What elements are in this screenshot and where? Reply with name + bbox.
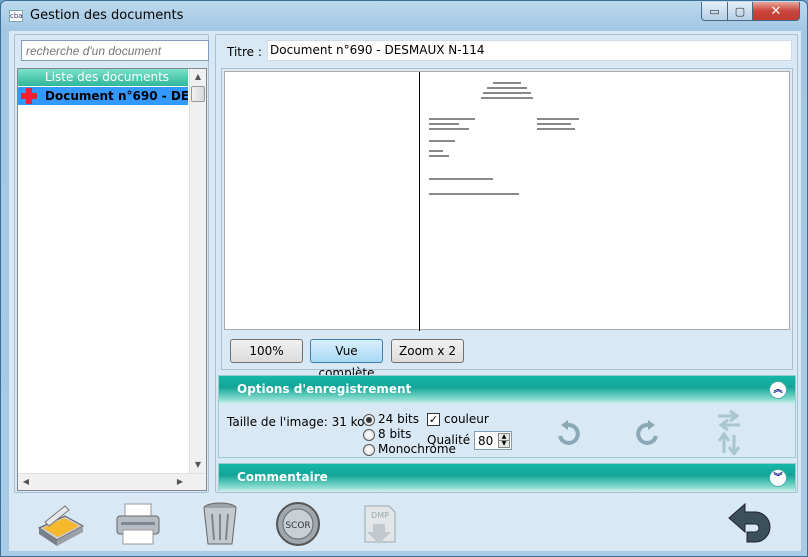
comment-section: Commentaire ︾ <box>218 463 796 492</box>
radio-8-bits[interactable] <box>363 429 375 441</box>
minimize-icon: ▭ <box>709 4 720 18</box>
qualite-value: 80 <box>478 434 494 448</box>
doc-text-line <box>481 97 533 99</box>
doc-text-line <box>429 178 493 180</box>
red-cross-icon <box>21 88 37 104</box>
radio-24-bits[interactable] <box>363 414 375 426</box>
maximize-button[interactable]: ▢ <box>727 2 753 21</box>
document-detail-panel: Titre : Document n°690 - DESMAUX N-114 1… <box>215 34 798 493</box>
scor-text: SCOR <box>285 521 310 531</box>
save-options-header[interactable]: Options d'enregistrement ︽ <box>219 376 795 404</box>
comment-title: Commentaire <box>237 470 328 484</box>
doc-text-line <box>483 92 531 94</box>
couleur-label: couleur <box>444 412 489 426</box>
qualite-label: Qualité <box>427 433 471 447</box>
client-area: Liste des documents Document n°690 - DES… <box>9 31 801 551</box>
comment-header[interactable]: Commentaire ︾ <box>219 464 795 492</box>
doc-text-line <box>429 155 449 157</box>
stepper-down-icon[interactable]: ▼ <box>498 440 510 448</box>
list-item-label: Document n°690 - DESMAUX N-114 <box>45 89 188 103</box>
maximize-icon: ▢ <box>734 4 746 18</box>
horizontal-scrollbar[interactable]: ◀ ▶ <box>18 473 206 490</box>
doc-text-line <box>429 118 475 120</box>
scroll-thumb[interactable] <box>191 86 205 102</box>
doc-text-line <box>429 128 469 130</box>
zoom-2x-button[interactable]: Zoom x 2 <box>391 339 464 363</box>
doc-text-line <box>537 118 579 120</box>
vertical-scrollbar[interactable]: ▲ ▼ <box>189 69 206 473</box>
titre-label: Titre : <box>227 45 262 59</box>
window-title: Gestion des documents <box>30 8 184 23</box>
doc-text-line <box>429 123 459 125</box>
doc-text-line <box>537 128 575 130</box>
document-list[interactable]: Liste des documents Document n°690 - DES… <box>17 68 207 491</box>
doc-text-line <box>429 193 519 195</box>
scanner-icon[interactable] <box>35 500 85 548</box>
rotate-right-icon[interactable] <box>635 420 661 448</box>
scroll-down-icon[interactable]: ▼ <box>190 457 206 473</box>
preview-container: 100% Vue complète Zoom x 2 <box>221 68 793 380</box>
preview-divider <box>419 72 420 331</box>
scroll-left-icon[interactable]: ◀ <box>18 474 34 490</box>
dmp-icon[interactable]: DMP <box>355 500 405 548</box>
dmp-text: DMP <box>371 511 389 520</box>
save-options-section: Options d'enregistrement ︽ Taille de l'i… <box>218 375 796 458</box>
scroll-right-icon[interactable]: ▶ <box>172 474 188 490</box>
radio-8-bits-label: 8 bits <box>378 427 412 441</box>
scroll-up-icon[interactable]: ▲ <box>190 69 206 85</box>
qualite-stepper[interactable]: 80 ▲ ▼ <box>474 431 512 450</box>
doc-text-line <box>429 150 443 152</box>
list-item[interactable]: Document n°690 - DESMAUX N-114 <box>18 87 188 105</box>
document-preview[interactable] <box>224 71 790 331</box>
zoom-100-button[interactable]: 100% <box>230 339 303 363</box>
title-bar[interactable]: cba Gestion des documents ▭ ▢ ✕ <box>1 1 807 31</box>
close-icon: ✕ <box>770 3 782 19</box>
bottom-toolbar: SCOR DMP <box>9 496 801 551</box>
list-header: Liste des documents <box>18 69 188 86</box>
radio-monochrome[interactable] <box>363 444 375 456</box>
doc-text-line <box>429 140 455 142</box>
flip-icon[interactable] <box>716 409 742 455</box>
full-view-button[interactable]: Vue complète <box>310 339 383 380</box>
doc-text-line <box>493 82 521 84</box>
app-window: cba Gestion des documents ▭ ▢ ✕ Liste de… <box>0 0 808 557</box>
radio-24-bits-label: 24 bits <box>378 412 419 426</box>
close-button[interactable]: ✕ <box>752 2 800 21</box>
minimize-button[interactable]: ▭ <box>701 2 728 21</box>
rotate-left-icon[interactable] <box>555 420 581 448</box>
document-list-panel: Liste des documents Document n°690 - DES… <box>14 34 209 493</box>
app-icon: cba <box>9 10 23 22</box>
couleur-checkbox[interactable]: ✓ <box>427 413 440 426</box>
back-icon[interactable] <box>725 500 775 548</box>
expand-down-icon[interactable]: ︾ <box>769 469 787 487</box>
scor-icon[interactable]: SCOR <box>273 500 323 548</box>
save-options-title: Options d'enregistrement <box>237 382 412 396</box>
trash-icon[interactable] <box>195 500 245 548</box>
titre-field[interactable]: Document n°690 - DESMAUX N-114 <box>267 40 792 61</box>
search-input[interactable] <box>21 40 209 61</box>
doc-text-line <box>487 87 527 89</box>
doc-text-line <box>537 123 571 125</box>
collapse-up-icon[interactable]: ︽ <box>769 381 787 399</box>
printer-icon[interactable] <box>113 500 163 548</box>
image-size-label: Taille de l'image: 31 ko <box>227 415 365 429</box>
